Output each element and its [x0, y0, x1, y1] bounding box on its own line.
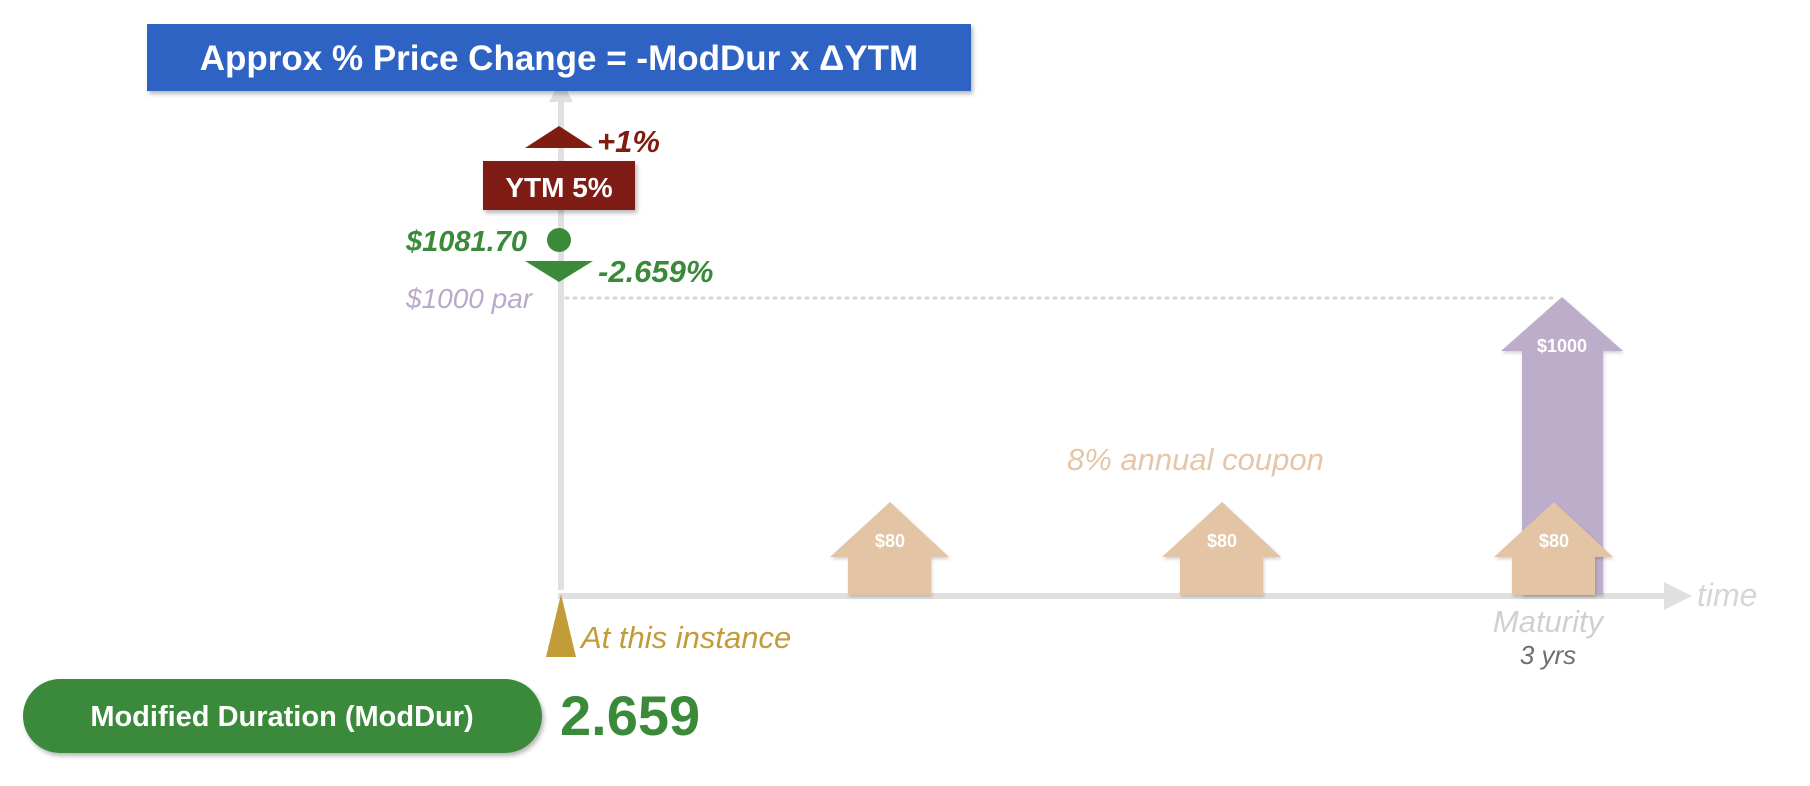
- bond-duration-diagram: time $1000 par $1000 $80 $80 $80 8% annu…: [23, 24, 1757, 753]
- formula-text: Approx % Price Change = -ModDur x ΔYTM: [200, 39, 918, 78]
- price-dot: [547, 228, 571, 252]
- annual-coupon-label: 8% annual coupon: [1067, 442, 1324, 477]
- price-label: $1081.70: [405, 226, 527, 258]
- principal-label: $1000: [1537, 336, 1587, 356]
- coupon-label: $80: [875, 531, 905, 551]
- coupon-label: $80: [1539, 531, 1569, 551]
- ytm-up-arrow-icon: [525, 126, 593, 148]
- instance-marker-triangle: [546, 594, 576, 657]
- modified-duration-value: 2.659: [560, 684, 700, 747]
- coupon-label: $80: [1207, 531, 1237, 551]
- maturity-years-label: 3 yrs: [1520, 640, 1576, 670]
- modified-duration-label: Modified Duration (ModDur): [90, 701, 473, 733]
- instance-label: At this instance: [579, 620, 791, 655]
- price-down-arrow-icon: [525, 261, 593, 282]
- maturity-label: Maturity: [1493, 604, 1606, 639]
- time-axis-arrowhead: [1664, 582, 1692, 610]
- ytm-change-label: +1%: [597, 124, 660, 159]
- ytm-label: YTM 5%: [505, 172, 612, 203]
- price-change-label: -2.659%: [598, 254, 713, 289]
- par-label: $1000 par: [405, 283, 534, 314]
- time-label: time: [1697, 577, 1757, 613]
